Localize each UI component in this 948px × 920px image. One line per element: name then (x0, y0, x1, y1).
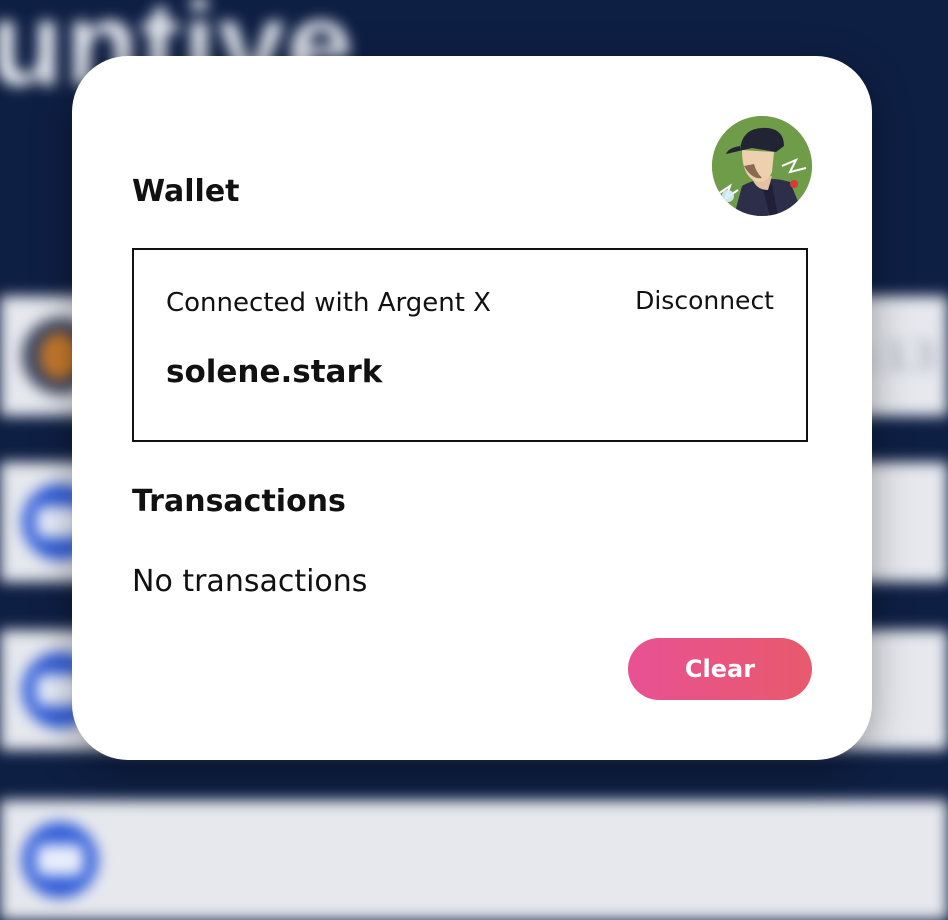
wallet-title: Wallet (132, 174, 240, 209)
account-name: solene.stark (166, 354, 383, 390)
no-transactions-text: No transactions (132, 564, 368, 599)
background-row-avatar (22, 822, 98, 898)
transactions-title: Transactions (132, 484, 346, 519)
wallet-connection-card: Connected with Argent X Disconnect solen… (132, 248, 808, 442)
connection-status-text: Connected with Argent X (166, 288, 491, 318)
user-avatar-icon[interactable] (712, 116, 812, 216)
background-row (0, 800, 948, 920)
clear-button[interactable]: Clear (628, 638, 812, 700)
disconnect-button[interactable]: Disconnect (635, 286, 774, 315)
wallet-modal: Wallet Connected with Argent X Disconnec… (72, 56, 872, 760)
